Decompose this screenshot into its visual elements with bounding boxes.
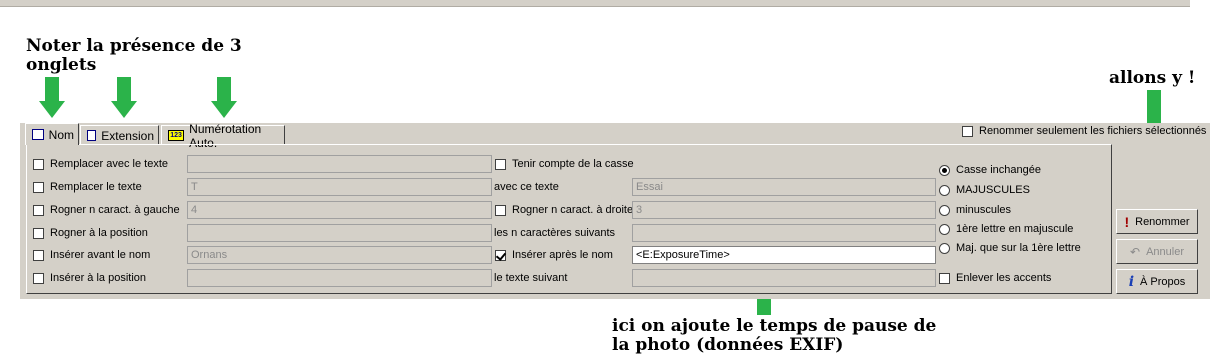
arrow-down-icon — [111, 77, 137, 118]
insert-before-checkbox[interactable] — [33, 250, 44, 261]
insert-after-checkbox[interactable] — [495, 250, 506, 261]
trim-left-input[interactable]: 4 — [187, 201, 492, 219]
trim-right-label: Rogner n caract. à droite — [512, 204, 634, 216]
text-field-icon — [32, 129, 44, 140]
following-text-label: le texte suivant — [494, 272, 568, 284]
tab-nom[interactable]: Nom — [25, 123, 79, 145]
insert-after-input[interactable]: <E:ExposureTime> — [632, 246, 936, 264]
replace-text-checkbox[interactable] — [33, 182, 44, 193]
insert-after-label: Insérer après le nom — [512, 249, 613, 261]
rename-button-label: Renommer — [1135, 215, 1190, 228]
trim-position-label: Rogner à la position — [50, 227, 148, 239]
exif-annotation-line1: ici on ajoute le temps de pause de — [612, 316, 937, 336]
replace-text-input[interactable]: T — [187, 178, 492, 196]
tabs-annotation: Noter la présence de 3 onglets — [26, 37, 242, 75]
insert-position-label: Insérer à la position — [50, 272, 146, 284]
match-case-checkbox[interactable] — [495, 159, 506, 170]
trim-right-input[interactable]: 3 — [632, 201, 936, 219]
following-text-input[interactable] — [632, 269, 936, 287]
match-case-label: Tenir compte de la casse — [512, 158, 634, 170]
case-unchanged-radio[interactable] — [939, 165, 950, 176]
cancel-button[interactable]: ↶ Annuler — [1116, 239, 1198, 264]
insert-before-input[interactable]: Ornans — [187, 246, 492, 264]
insert-before-label: Insérer avant le nom — [50, 249, 151, 261]
trim-left-checkbox[interactable] — [33, 205, 44, 216]
tabs-annotation-line2: onglets — [26, 55, 97, 75]
case-first-upper-label: 1ère lettre en majuscule — [956, 223, 1074, 235]
info-icon: i — [1128, 273, 1135, 290]
with-text-input[interactable]: Essai — [632, 178, 936, 196]
case-lower-label: minuscules — [956, 204, 1012, 216]
trim-position-input[interactable] — [187, 224, 492, 242]
next-chars-label: les n caractères suivants — [494, 227, 616, 239]
case-only-first-label: Maj. que sur la 1ère lettre — [956, 242, 1081, 254]
about-button-label: À Propos — [1140, 275, 1186, 288]
replace-with-checkbox[interactable] — [33, 159, 44, 170]
trim-left-label: Rogner n caract. à gauche — [50, 204, 180, 216]
options-group: Remplacer avec le texte Remplacer le tex… — [26, 144, 1112, 294]
arrow-down-icon — [39, 77, 65, 118]
rename-panel: Nom Extension 123 Numérotation Auto. Ren… — [20, 122, 1210, 299]
only-selected-checkbox[interactable] — [962, 126, 973, 137]
numbering-icon: 123 — [168, 130, 185, 141]
only-selected-label: Renommer seulement les fichiers sélectio… — [979, 125, 1207, 137]
trim-right-checkbox[interactable] — [495, 205, 506, 216]
remove-accents-checkbox[interactable] — [939, 273, 950, 284]
exif-annotation-line2: la photo (données EXIF) — [612, 335, 844, 355]
tab-label: Extension — [101, 128, 154, 143]
case-upper-label: MAJUSCULES — [956, 184, 1030, 196]
trim-position-checkbox[interactable] — [33, 228, 44, 239]
insert-position-checkbox[interactable] — [33, 273, 44, 284]
text-field-icon — [87, 130, 97, 141]
go-annotation: allons y ! — [1109, 68, 1196, 88]
insert-position-input[interactable] — [187, 269, 492, 287]
case-only-first-radio[interactable] — [939, 243, 950, 254]
window-top-edge — [0, 0, 1190, 7]
case-first-upper-radio[interactable] — [939, 224, 950, 235]
about-button[interactable]: i À Propos — [1116, 269, 1198, 294]
arrow-down-icon — [211, 77, 237, 118]
tab-label: Nom — [48, 127, 74, 142]
replace-text-label: Remplacer le texte — [50, 181, 142, 193]
exclamation-icon: ! — [1124, 213, 1130, 230]
tab-extension[interactable]: Extension — [80, 125, 159, 145]
cancel-button-label: Annuler — [1146, 245, 1184, 258]
with-text-label: avec ce texte — [494, 181, 559, 193]
tab-numerotation[interactable]: 123 Numérotation Auto. — [161, 122, 285, 150]
case-unchanged-label: Casse inchangée — [956, 164, 1042, 176]
case-lower-radio[interactable] — [939, 205, 950, 216]
remove-accents-label: Enlever les accents — [956, 272, 1052, 284]
rename-button[interactable]: ! Renommer — [1116, 209, 1198, 234]
undo-icon: ↶ — [1130, 244, 1141, 259]
next-chars-input[interactable] — [632, 224, 936, 242]
replace-with-input[interactable] — [187, 155, 492, 173]
tabs-annotation-line1: Noter la présence de 3 — [26, 36, 242, 56]
case-upper-radio[interactable] — [939, 185, 950, 196]
replace-with-label: Remplacer avec le texte — [50, 158, 168, 170]
exif-annotation: ici on ajoute le temps de pause de la ph… — [612, 317, 936, 355]
